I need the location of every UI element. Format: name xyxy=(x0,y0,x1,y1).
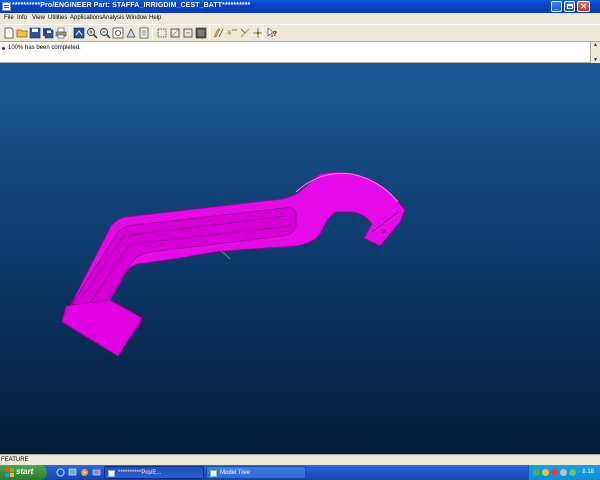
menu-info[interactable]: Info xyxy=(17,15,27,21)
toolbar-separator xyxy=(69,27,70,40)
part-model xyxy=(61,172,406,357)
media-player-icon[interactable] xyxy=(80,468,89,477)
saved-views-icon[interactable] xyxy=(138,27,150,39)
mounting-hole xyxy=(382,229,386,233)
message-text: 100% has been completed. xyxy=(8,45,81,51)
spin-center-icon[interactable]: ¥ xyxy=(226,27,238,39)
minimize-button[interactable]: _ xyxy=(551,1,562,12)
minimize-icon: _ xyxy=(554,2,559,11)
refit-icon[interactable] xyxy=(112,27,124,39)
save-icon[interactable] xyxy=(29,27,41,39)
taskbar: start **********Pro/E... Model Tree 8.18 xyxy=(0,465,600,480)
csys-marker xyxy=(220,250,231,260)
volume-icon[interactable] xyxy=(560,469,567,476)
menu-view[interactable]: View xyxy=(32,15,45,21)
context-help-icon[interactable]: ? xyxy=(266,27,278,39)
start-label: start xyxy=(16,467,34,476)
status-bar: FEATURE xyxy=(0,454,600,465)
message-area: 100% has been completed. xyxy=(0,42,600,63)
new-icon[interactable] xyxy=(3,27,15,39)
graphics-window[interactable] xyxy=(0,63,600,454)
zoom-out-icon[interactable] xyxy=(99,27,111,39)
save-as-icon[interactable] xyxy=(42,27,54,39)
desktop-icon[interactable] xyxy=(68,468,77,477)
menu-window[interactable]: Window xyxy=(126,15,147,21)
system-tray: 8.18 xyxy=(528,465,600,480)
network-icon[interactable] xyxy=(533,469,540,476)
proengineer-task-icon xyxy=(108,470,115,477)
message-bullet-icon xyxy=(2,47,5,50)
clock[interactable]: 8.18 xyxy=(582,469,594,475)
menu-applications[interactable]: Applications xyxy=(70,15,102,21)
close-icon: ✕ xyxy=(580,2,587,11)
task-label: Model Tree xyxy=(220,470,251,476)
ie-icon[interactable] xyxy=(56,468,65,477)
close-button[interactable]: ✕ xyxy=(577,1,590,12)
task-model-tree[interactable]: Model Tree xyxy=(206,466,306,479)
print-icon[interactable] xyxy=(55,27,67,39)
datum-planes-icon[interactable] xyxy=(156,27,168,39)
security-icon[interactable] xyxy=(542,469,549,476)
open-icon[interactable] xyxy=(16,27,28,39)
zoom-in-icon[interactable] xyxy=(86,27,98,39)
menu-file[interactable]: File xyxy=(4,15,14,21)
explorer-icon[interactable] xyxy=(92,468,101,477)
title-bar: **********Pro/ENGINEER Part: STAFFA_IRRI… xyxy=(0,0,600,13)
antivirus-icon[interactable] xyxy=(551,469,558,476)
maximize-icon xyxy=(566,4,573,9)
svg-text:¥: ¥ xyxy=(227,29,232,37)
datum-points-icon[interactable] xyxy=(182,27,194,39)
windows-flag-icon xyxy=(5,468,14,477)
toolbar-separator xyxy=(152,27,153,40)
menu-help[interactable]: Help xyxy=(149,15,161,21)
menu-utilities[interactable]: Utilities xyxy=(48,15,67,21)
app-icon[interactable] xyxy=(2,2,11,11)
toolbar-separator xyxy=(209,27,210,40)
repaint-icon[interactable] xyxy=(73,27,85,39)
status-text: FEATURE xyxy=(1,457,29,463)
datum-display-icon[interactable] xyxy=(239,27,251,39)
orient-icon[interactable] xyxy=(125,27,137,39)
message-scrollbar[interactable] xyxy=(590,42,600,63)
datum-axes-icon[interactable] xyxy=(169,27,181,39)
coord-sys-icon[interactable] xyxy=(195,27,207,39)
lower-tab xyxy=(61,299,143,357)
menu-analysis[interactable]: Analysis xyxy=(102,15,124,21)
toolbar-separator xyxy=(262,27,263,40)
update-icon[interactable] xyxy=(569,469,576,476)
bracket-channel xyxy=(71,207,297,317)
maximize-button[interactable] xyxy=(564,1,575,12)
layers-icon[interactable] xyxy=(213,27,225,39)
window-title: **********Pro/ENGINEER Part: STAFFA_IRRI… xyxy=(12,2,251,9)
start-button[interactable]: start xyxy=(0,465,47,480)
svg-text:?: ? xyxy=(273,30,277,38)
model-tree-task-icon xyxy=(210,470,217,477)
task-proengineer[interactable]: **********Pro/E... xyxy=(104,466,204,479)
menu-bar: File Info View Utilities Applications An… xyxy=(0,13,600,24)
task-label: **********Pro/E... xyxy=(118,470,162,476)
main-toolbar: ¥ ? xyxy=(0,24,600,42)
